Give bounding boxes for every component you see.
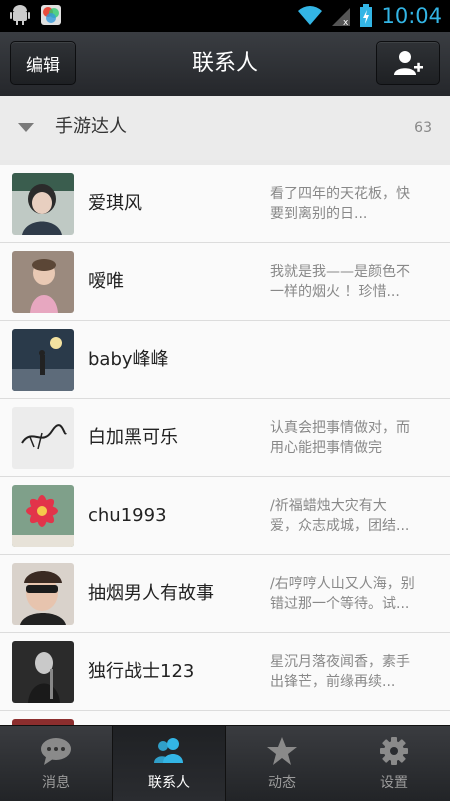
avatar	[12, 485, 74, 547]
contact-row[interactable]: 白加黑可乐 认真会把事情做对，而 用心能把事情做完	[0, 399, 450, 477]
gear-icon	[380, 737, 408, 765]
tab-label: 动态	[268, 775, 296, 791]
contact-row[interactable]: chu1993 /祈福蜡烛大灾有大 爱，众志成城，团结...	[0, 477, 450, 555]
collapse-arrow-icon	[18, 123, 34, 132]
contact-row[interactable]: 爱琪风 看了四年的天花板，快 要到离别的日...	[0, 165, 450, 243]
edit-button[interactable]: 编辑	[10, 41, 76, 85]
add-contact-icon	[394, 51, 423, 75]
contact-name: 抽烟男人有故事	[88, 583, 214, 604]
contact-name: 白加黑可乐	[88, 427, 178, 448]
contact-signature: /右哼哼人山又人海，别 错过那一个等待。试...	[270, 576, 415, 612]
avatar	[12, 563, 74, 625]
avatar	[12, 173, 74, 235]
contact-name: 独行战士123	[88, 661, 195, 682]
chat-bubble-icon	[41, 738, 71, 765]
contact-signature: 我就是我——是颜色不 一样的烟火 ！珍惜...	[270, 264, 410, 300]
contact-name: 爱琪风	[88, 193, 142, 214]
avatar	[12, 641, 74, 703]
tab-settings[interactable]: 设置	[338, 726, 450, 801]
clock: 10:04	[381, 4, 442, 28]
contact-row[interactable]: 抽烟男人有故事 /右哼哼人山又人海，别 错过那一个等待。试...	[0, 555, 450, 633]
status-bar: x 10:04	[0, 0, 450, 32]
avatar	[12, 329, 74, 391]
contact-row[interactable]	[0, 711, 450, 725]
group-count: 63	[414, 120, 432, 136]
signal-icon: x	[332, 8, 351, 27]
contact-name: 嗳唯	[88, 271, 124, 292]
title-bar: 联系人 编辑	[0, 32, 450, 97]
star-icon	[267, 737, 297, 765]
contact-signature: /祈福蜡烛大灾有大 爱，众志成城，团结...	[270, 498, 410, 534]
android-icon	[10, 5, 30, 25]
tab-feed[interactable]: 动态	[226, 726, 338, 801]
battery-charging-icon	[360, 4, 373, 27]
contact-signature: 认真会把事情做对，而 用心能把事情做完	[270, 420, 410, 456]
bottom-tab-bar: 消息 联系人 动态 设置	[0, 725, 450, 801]
tab-label: 联系人	[148, 775, 190, 791]
avatar	[12, 251, 74, 313]
contact-row[interactable]: 嗳唯 我就是我——是颜色不 一样的烟火 ！珍惜...	[0, 243, 450, 321]
group-name: 手游达人	[55, 116, 127, 137]
avatar	[12, 407, 74, 469]
contact-list[interactable]: 爱琪风 看了四年的天花板，快 要到离别的日... 嗳唯 我就是我——是颜色不 一样的…	[0, 165, 450, 725]
contact-name: chu1993	[88, 505, 167, 526]
tab-contacts[interactable]: 联系人	[112, 726, 226, 801]
contact-signature: 星沉月落夜闻香，素手 出锋芒，前缘再续...	[270, 654, 410, 690]
contact-name: baby峰峰	[88, 349, 169, 370]
wifi-icon	[298, 6, 323, 25]
group-header[interactable]: 手游达人 63	[0, 96, 450, 161]
svg-text:x: x	[343, 18, 349, 27]
tab-label: 消息	[42, 775, 70, 791]
contact-signature: 看了四年的天花板，快 要到离别的日...	[270, 186, 410, 222]
tab-label: 设置	[380, 775, 408, 791]
contacts-icon	[154, 738, 183, 763]
contact-row[interactable]: 独行战士123 星沉月落夜闻香，素手 出锋芒，前缘再续...	[0, 633, 450, 711]
gallery-icon	[41, 5, 61, 25]
add-contact-button[interactable]	[376, 41, 440, 85]
contact-row[interactable]: baby峰峰	[0, 321, 450, 399]
tab-messages[interactable]: 消息	[0, 726, 112, 801]
